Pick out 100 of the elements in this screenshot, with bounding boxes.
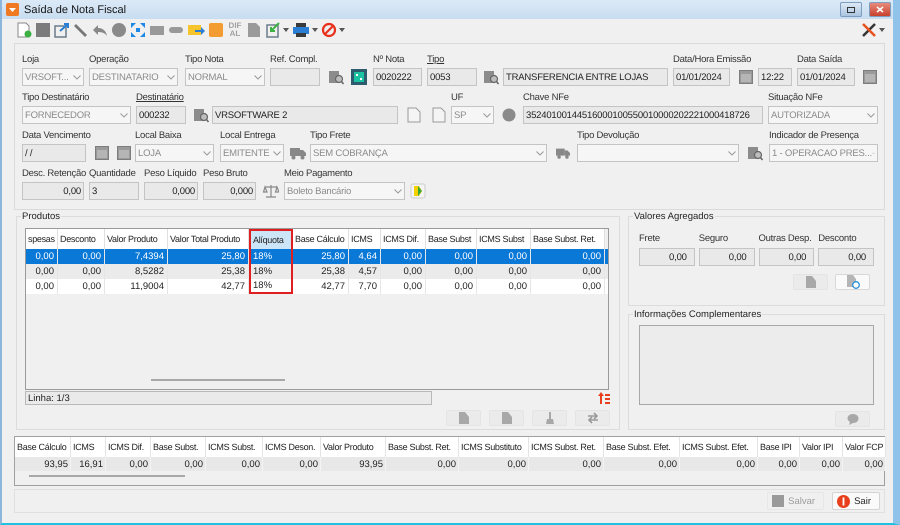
table-cell: 0,00 <box>381 279 426 294</box>
column-header[interactable]: ICMS Substituto <box>459 437 529 457</box>
text-field[interactable]: 0020222 <box>373 68 422 86</box>
truck-icon[interactable] <box>556 146 570 160</box>
search-icon[interactable] <box>747 145 763 161</box>
dropdown[interactable] <box>577 144 739 162</box>
calendar-icon[interactable] <box>863 70 877 84</box>
table-cell: 0,00 <box>106 457 151 471</box>
circle-icon[interactable] <box>111 22 127 38</box>
exit-button[interactable]: Sair <box>832 492 880 510</box>
text-field[interactable]: 0053 <box>427 68 477 86</box>
brush-button[interactable] <box>532 410 567 426</box>
column-header[interactable]: Valor Produto <box>105 229 168 249</box>
column-header[interactable]: ICMS Dif. <box>381 229 426 249</box>
column-header[interactable]: Base IPI <box>758 437 800 457</box>
scrollbar[interactable] <box>151 379 285 381</box>
column-header[interactable]: ICMS Subst <box>477 229 531 249</box>
column-header[interactable]: ICMS Deson. <box>263 437 321 457</box>
column-header[interactable]: Valor Produto <box>321 437 386 457</box>
sort-icon[interactable] <box>598 392 610 404</box>
group-title: Valores Agregados <box>633 211 715 222</box>
calendar-icon[interactable] <box>117 146 131 160</box>
field-link[interactable]: Tipo <box>427 53 444 66</box>
table-cell: 0,00 <box>58 279 105 294</box>
text-field[interactable]: / / <box>22 144 86 162</box>
text-field[interactable] <box>270 68 320 86</box>
column-header[interactable]: Valor FCP <box>843 437 886 457</box>
prohibited-icon[interactable] <box>321 22 337 38</box>
text-field[interactable]: 35240100144516000100550010000202221000418726 <box>523 106 763 124</box>
column-header[interactable]: ICMS <box>349 229 381 249</box>
text-field[interactable]: 0,00 <box>758 248 814 266</box>
column-header[interactable]: Base Cálculo <box>15 437 71 457</box>
column-header[interactable]: ICMS Subst. Ret. <box>529 437 604 457</box>
column-header[interactable]: Desconto <box>58 229 105 249</box>
import-icon[interactable] <box>265 22 281 38</box>
text-field[interactable]: VRSOFTWARE 2 <box>212 106 398 124</box>
document-icon[interactable] <box>432 107 446 123</box>
caret-icon[interactable] <box>879 28 885 32</box>
column-header[interactable]: Alíquota <box>249 229 293 249</box>
field-label: Data Vencimento <box>22 129 91 142</box>
money-icon[interactable] <box>410 183 426 199</box>
scrollbar[interactable] <box>29 475 185 477</box>
mail-send-icon[interactable] <box>187 22 205 38</box>
document-button[interactable] <box>446 410 481 426</box>
column-header[interactable]: Base Subst. Efet. <box>604 437 680 457</box>
search-icon[interactable] <box>193 107 209 123</box>
restore-button[interactable] <box>840 2 862 17</box>
swap-button[interactable] <box>575 410 610 426</box>
document-button[interactable] <box>489 410 524 426</box>
column-header[interactable]: ICMS Subst. <box>206 437 263 457</box>
caret-icon[interactable] <box>312 28 318 32</box>
tools-icon[interactable] <box>861 22 877 38</box>
search-icon[interactable] <box>328 69 344 85</box>
close-icon <box>876 6 884 13</box>
column-header[interactable]: ICMS Subst. Efet. <box>680 437 758 457</box>
column-header[interactable]: Base Subst. Ret. <box>386 437 459 457</box>
printer-icon[interactable] <box>292 22 310 38</box>
text-field[interactable]: 12:22 <box>758 68 792 86</box>
text-field[interactable]: 01/01/2024 <box>797 68 855 86</box>
truck-icon[interactable] <box>290 146 306 160</box>
document-button[interactable] <box>793 274 828 290</box>
caret-icon[interactable] <box>283 28 289 32</box>
column-header[interactable]: Base Subst. <box>151 437 206 457</box>
document-icon[interactable] <box>407 107 421 123</box>
column-header[interactable]: Base Cálculo <box>293 229 349 249</box>
column-header[interactable]: Valor IPI <box>800 437 843 457</box>
text-field[interactable]: 0,00 <box>22 182 84 200</box>
comment-button[interactable] <box>835 411 870 427</box>
text-area[interactable] <box>639 325 874 405</box>
search-icon[interactable] <box>483 69 499 85</box>
calculator-icon[interactable] <box>350 68 368 86</box>
new-document-icon[interactable] <box>16 22 32 38</box>
text-field[interactable]: 0,00 <box>818 248 874 266</box>
column-header[interactable]: ICMS <box>71 437 106 457</box>
close-button[interactable] <box>869 2 891 17</box>
table-cell: 0,00 <box>529 457 604 471</box>
text-field[interactable]: 0,00 <box>639 248 695 266</box>
text-field[interactable]: 01/01/2024 <box>673 68 730 86</box>
column-header[interactable]: Valor Total Produto <box>168 229 249 249</box>
text-field[interactable]: 3 <box>89 182 139 200</box>
expand-icon[interactable] <box>130 22 146 38</box>
calendar-icon[interactable] <box>739 70 753 84</box>
caret-icon[interactable] <box>339 28 345 32</box>
text-field[interactable]: 0,000 <box>144 182 198 200</box>
document-icon[interactable] <box>246 22 262 38</box>
table-cell: 0,00 <box>800 457 843 471</box>
text-field[interactable]: 000232 <box>136 106 186 124</box>
text-field[interactable]: 0,00 <box>698 248 754 266</box>
field-link[interactable]: Destinatário <box>136 91 184 104</box>
chevron-icon <box>73 74 81 80</box>
column-header[interactable]: ICMS Dif. <box>106 437 151 457</box>
calendar-icon[interactable] <box>95 146 109 160</box>
export-icon[interactable] <box>54 22 70 38</box>
scale-icon[interactable] <box>263 184 279 198</box>
document-button[interactable] <box>835 274 870 290</box>
column-header[interactable]: Base Subst <box>426 229 477 249</box>
text-field[interactable]: 0,000 <box>203 182 256 200</box>
column-header[interactable]: Base Subst. Ret. <box>531 229 605 249</box>
column-header[interactable]: spesas <box>26 229 58 249</box>
text-field[interactable]: TRANSFERENCIA ENTRE LOJAS <box>503 68 668 86</box>
